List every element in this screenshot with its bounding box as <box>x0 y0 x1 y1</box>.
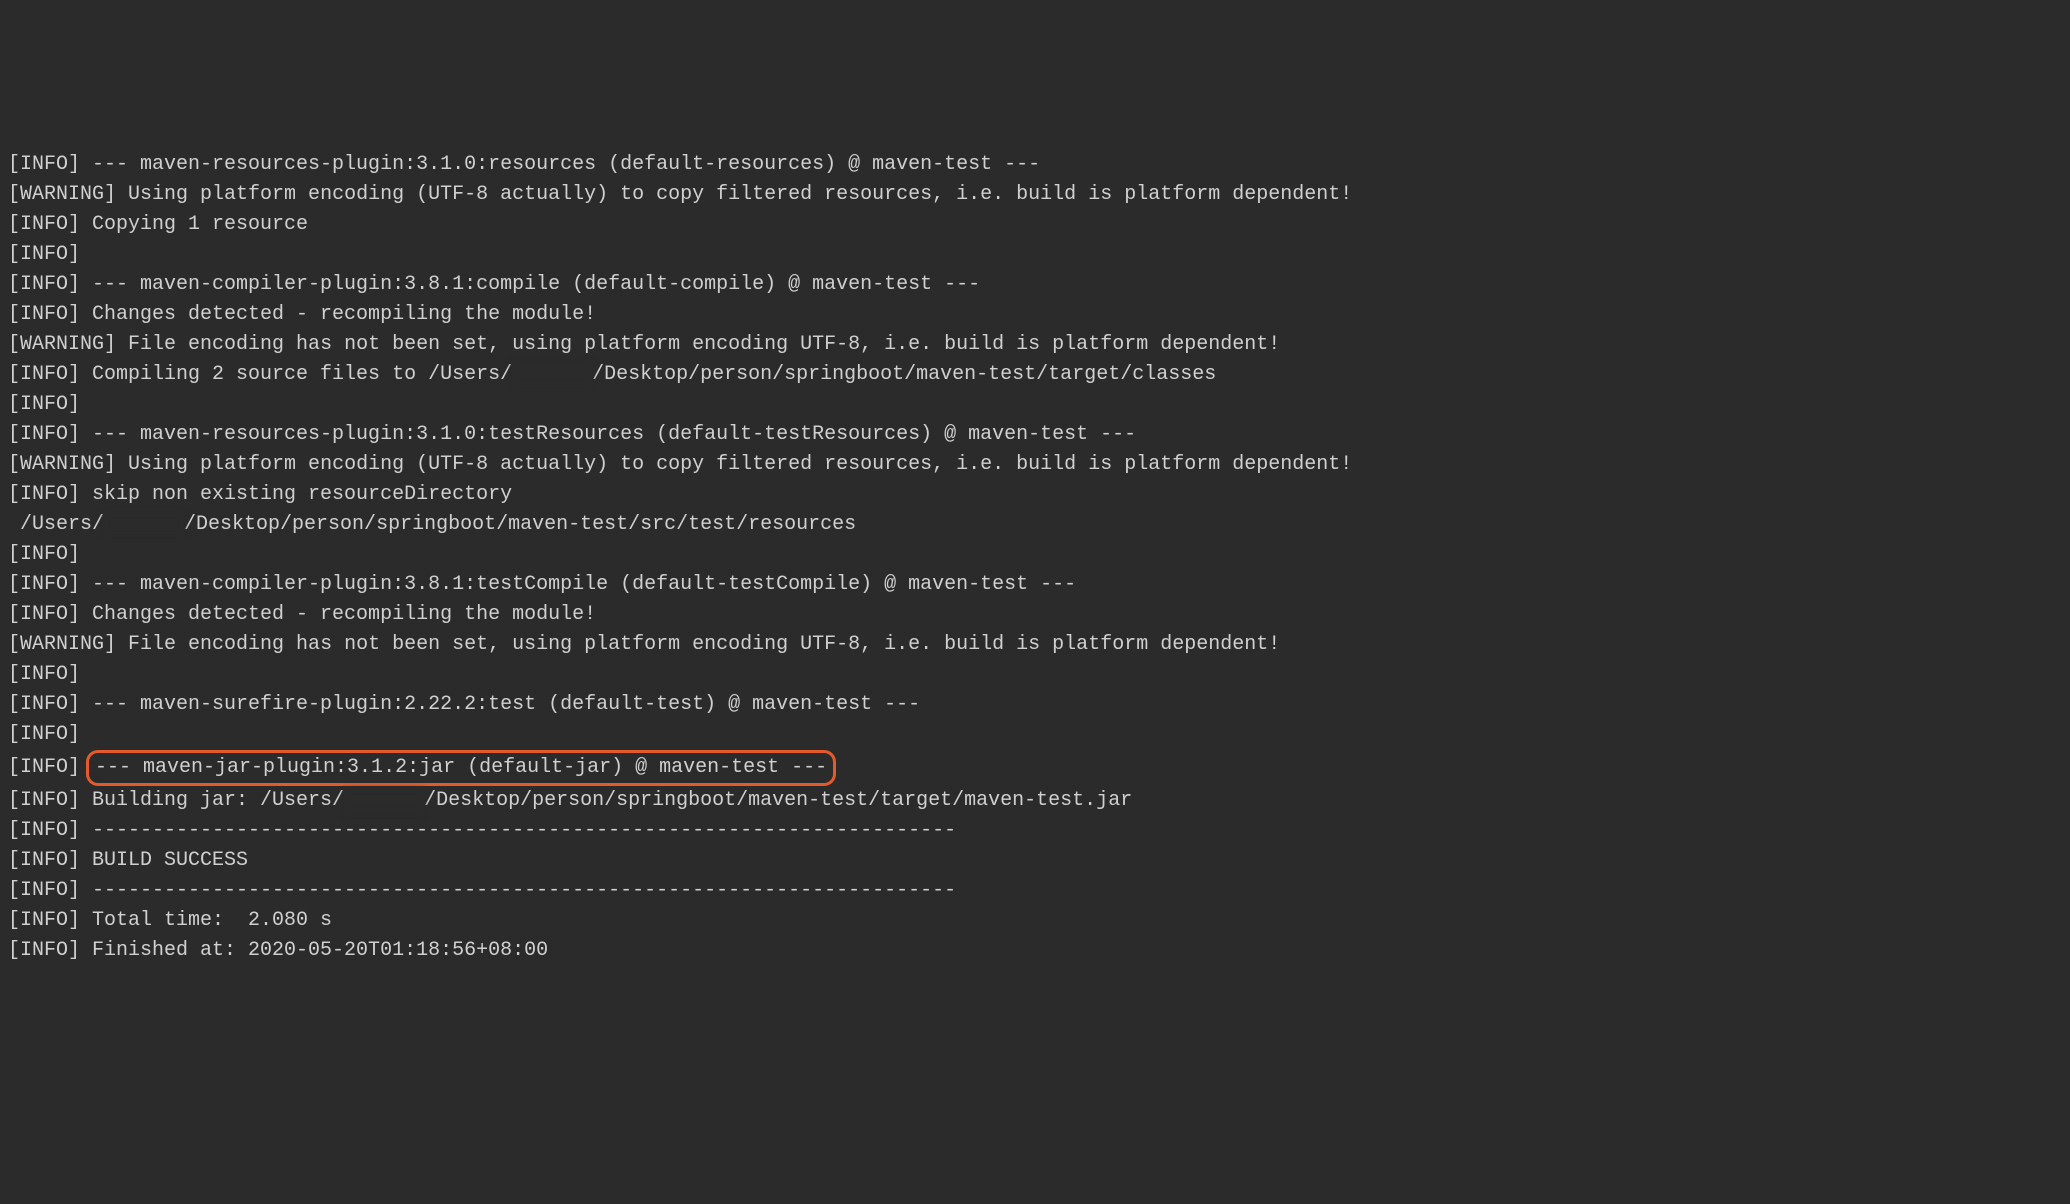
log-level: [INFO] <box>8 423 92 446</box>
log-line: [INFO] <box>8 660 2062 690</box>
log-message: /Users/ <box>8 513 104 536</box>
log-level: [INFO] <box>8 789 92 812</box>
redacted-username: xxxxxx <box>344 789 424 812</box>
log-line: [INFO] ---------------------------------… <box>8 876 2062 906</box>
log-level: [INFO] <box>8 663 92 686</box>
log-message: --- maven-jar-plugin:3.1.2:jar (default-… <box>95 756 827 779</box>
log-message: --- maven-surefire-plugin:2.22.2:test (d… <box>92 693 920 716</box>
log-level: [INFO] <box>8 153 92 176</box>
log-line: [INFO] Building jar: /Users/xxxxxx/Deskt… <box>8 786 2062 816</box>
log-level: [INFO] <box>8 756 92 779</box>
log-line: [INFO] --- maven-resources-plugin:3.1.0:… <box>8 150 2062 180</box>
log-message: ----------------------------------------… <box>92 819 956 842</box>
log-message: Using platform encoding (UTF-8 actually)… <box>128 453 1352 476</box>
log-message: ----------------------------------------… <box>92 879 956 902</box>
log-line: [INFO] <box>8 240 2062 270</box>
log-level: [INFO] <box>8 849 92 872</box>
log-message: --- maven-compiler-plugin:3.8.1:testComp… <box>92 573 1076 596</box>
log-message-tail: /Desktop/person/springboot/maven-test/ta… <box>424 789 1132 812</box>
log-level: [INFO] <box>8 363 92 386</box>
log-level: [INFO] <box>8 603 92 626</box>
log-level: [INFO] <box>8 543 92 566</box>
log-level: [INFO] <box>8 213 92 236</box>
log-line: [INFO] --- maven-compiler-plugin:3.8.1:c… <box>8 270 2062 300</box>
log-level: [INFO] <box>8 573 92 596</box>
log-line: [INFO] --- maven-resources-plugin:3.1.0:… <box>8 420 2062 450</box>
log-message: --- maven-resources-plugin:3.1.0:resourc… <box>92 153 1040 176</box>
log-message: Building jar: /Users/ <box>92 789 344 812</box>
log-line: [WARNING] Using platform encoding (UTF-8… <box>8 180 2062 210</box>
log-message: Finished at: 2020-05-20T01:18:56+08:00 <box>92 939 548 962</box>
redacted-username: xxxxxx <box>104 513 184 536</box>
log-line: [INFO] <box>8 540 2062 570</box>
log-message-tail: /Desktop/person/springboot/maven-test/sr… <box>184 513 856 536</box>
log-level: [WARNING] <box>8 633 128 656</box>
log-level: [INFO] <box>8 819 92 842</box>
log-line: [INFO] Compiling 2 source files to /User… <box>8 360 2062 390</box>
log-level: [INFO] <box>8 909 92 932</box>
log-line: [INFO] Finished at: 2020-05-20T01:18:56+… <box>8 936 2062 966</box>
log-message: Using platform encoding (UTF-8 actually)… <box>128 183 1352 206</box>
log-level: [INFO] <box>8 483 92 506</box>
log-level: [INFO] <box>8 693 92 716</box>
log-level: [INFO] <box>8 723 92 746</box>
log-level: [INFO] <box>8 939 92 962</box>
log-line: [WARNING] File encoding has not been set… <box>8 630 2062 660</box>
redacted-username: xxxxxx <box>512 363 592 386</box>
log-line: [INFO] Copying 1 resource <box>8 210 2062 240</box>
log-level: [INFO] <box>8 273 92 296</box>
log-line: [INFO] Total time: 2.080 s <box>8 906 2062 936</box>
log-message: Compiling 2 source files to /Users/ <box>92 363 512 386</box>
log-line: [INFO] --- maven-compiler-plugin:3.8.1:t… <box>8 570 2062 600</box>
log-message: Changes detected - recompiling the modul… <box>92 303 596 326</box>
log-level: [INFO] <box>8 879 92 902</box>
log-message: Total time: 2.080 s <box>92 909 332 932</box>
highlighted-line: --- maven-jar-plugin:3.1.2:jar (default-… <box>86 750 836 786</box>
log-line: [INFO] --- maven-surefire-plugin:2.22.2:… <box>8 690 2062 720</box>
log-line: [INFO] BUILD SUCCESS <box>8 846 2062 876</box>
log-line: [INFO] --- maven-jar-plugin:3.1.2:jar (d… <box>8 750 2062 786</box>
log-message: File encoding has not been set, using pl… <box>128 333 1280 356</box>
terminal-output[interactable]: [INFO] --- maven-resources-plugin:3.1.0:… <box>0 150 2070 974</box>
log-line: [INFO] ---------------------------------… <box>8 816 2062 846</box>
log-level: [WARNING] <box>8 453 128 476</box>
log-message-tail: /Desktop/person/springboot/maven-test/ta… <box>592 363 1216 386</box>
log-line: [INFO] <box>8 720 2062 750</box>
log-message: --- maven-resources-plugin:3.1.0:testRes… <box>92 423 1136 446</box>
log-message: File encoding has not been set, using pl… <box>128 633 1280 656</box>
log-level: [WARNING] <box>8 333 128 356</box>
log-message: skip non existing resourceDirectory <box>92 483 512 506</box>
log-line: [INFO] Changes detected - recompiling th… <box>8 300 2062 330</box>
log-line: [INFO] Changes detected - recompiling th… <box>8 600 2062 630</box>
log-message: --- maven-compiler-plugin:3.8.1:compile … <box>92 273 980 296</box>
log-message: Changes detected - recompiling the modul… <box>92 603 596 626</box>
log-line: [WARNING] Using platform encoding (UTF-8… <box>8 450 2062 480</box>
log-message: Copying 1 resource <box>92 213 308 236</box>
log-level: [WARNING] <box>8 183 128 206</box>
log-line: [INFO] skip non existing resourceDirecto… <box>8 480 2062 510</box>
log-line: /Users/xxxxxx/Desktop/person/springboot/… <box>8 510 2062 540</box>
log-line: [INFO] <box>8 390 2062 420</box>
log-line: [WARNING] File encoding has not been set… <box>8 330 2062 360</box>
log-level: [INFO] <box>8 243 92 266</box>
log-message: BUILD SUCCESS <box>92 849 248 872</box>
log-level: [INFO] <box>8 303 92 326</box>
log-level: [INFO] <box>8 393 92 416</box>
